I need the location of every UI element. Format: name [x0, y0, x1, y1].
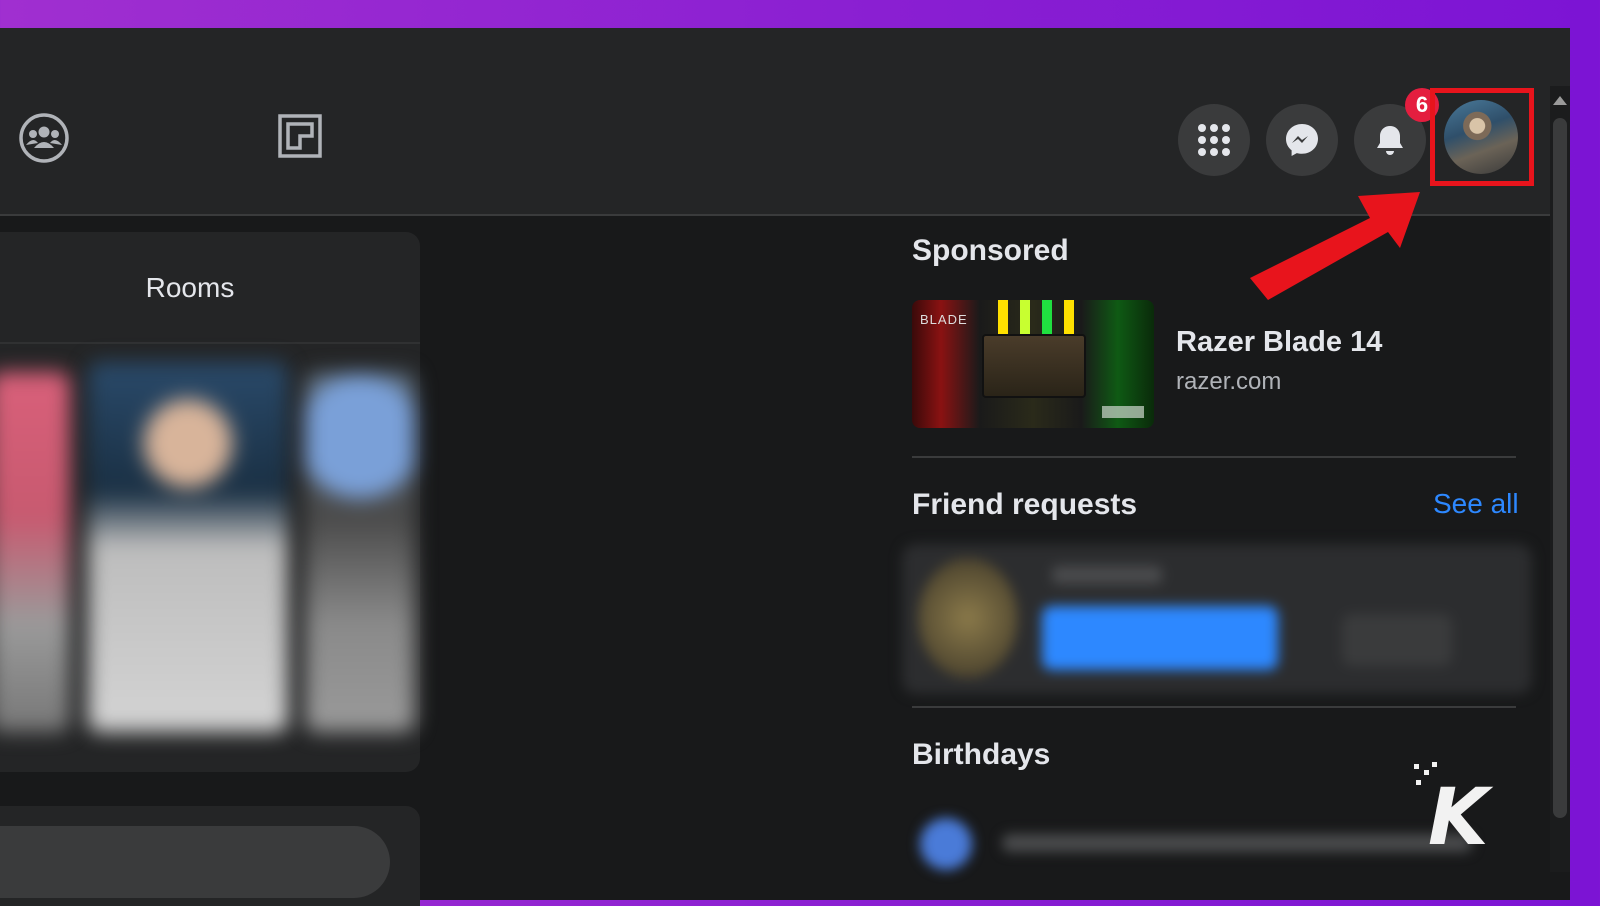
ad-image-text: BLADE [920, 312, 968, 327]
razer-ad-image[interactable]: BLADE [912, 300, 1154, 428]
see-all-link[interactable]: See all [1433, 488, 1519, 520]
messenger-button[interactable] [1266, 104, 1338, 176]
notifications-bell-icon [1377, 126, 1403, 155]
friend-requests-title: Friend requests [912, 488, 1138, 521]
browser-toolbar [0, 28, 1570, 87]
delete-button[interactable] [1342, 614, 1452, 666]
sponsored-title: Sponsored [912, 234, 1069, 267]
rooms-divider [0, 342, 420, 344]
section-divider [912, 456, 1516, 458]
messenger-icon [1286, 124, 1318, 156]
friend-request-item[interactable] [902, 544, 1532, 694]
gift-icon [920, 818, 972, 870]
section-divider [912, 706, 1516, 708]
confirm-button[interactable] [1042, 606, 1278, 670]
red-arrow-icon [1250, 192, 1420, 300]
ad-logo [1102, 406, 1144, 418]
story-card[interactable] [0, 372, 70, 732]
ad-light-stripe [998, 300, 1008, 338]
ad-laptop [982, 334, 1086, 398]
groups-icon[interactable] [18, 112, 70, 164]
scroll-up-arrow-icon[interactable] [1553, 96, 1567, 105]
scrollbar-thumb[interactable] [1553, 118, 1567, 818]
ad-domain: razer.com [1176, 368, 1282, 395]
ad-title[interactable]: Razer Blade 14 [1176, 326, 1382, 359]
birthday-item[interactable] [920, 812, 1480, 872]
story-card[interactable] [305, 372, 415, 732]
friend-name [1052, 566, 1162, 584]
gaming-icon[interactable] [276, 112, 324, 160]
rooms-card: Rooms [0, 232, 420, 772]
friend-avatar [918, 558, 1018, 678]
story-card[interactable] [88, 362, 288, 732]
watermark-letter: K [1428, 773, 1494, 850]
menu-grid-button[interactable] [1178, 104, 1250, 176]
ad-light-stripe [1020, 300, 1030, 338]
ad-light-stripe [1042, 300, 1052, 338]
birthday-text [1002, 834, 1472, 852]
watermark-logo: K [1410, 760, 1510, 863]
ad-light-stripe [1064, 300, 1074, 338]
rooms-title[interactable]: Rooms [0, 232, 380, 344]
birthdays-title: Birthdays [912, 738, 1051, 771]
highlight-box [1430, 88, 1534, 186]
menu-grid-icon [1198, 124, 1230, 156]
post-input-pill[interactable] [0, 826, 390, 898]
